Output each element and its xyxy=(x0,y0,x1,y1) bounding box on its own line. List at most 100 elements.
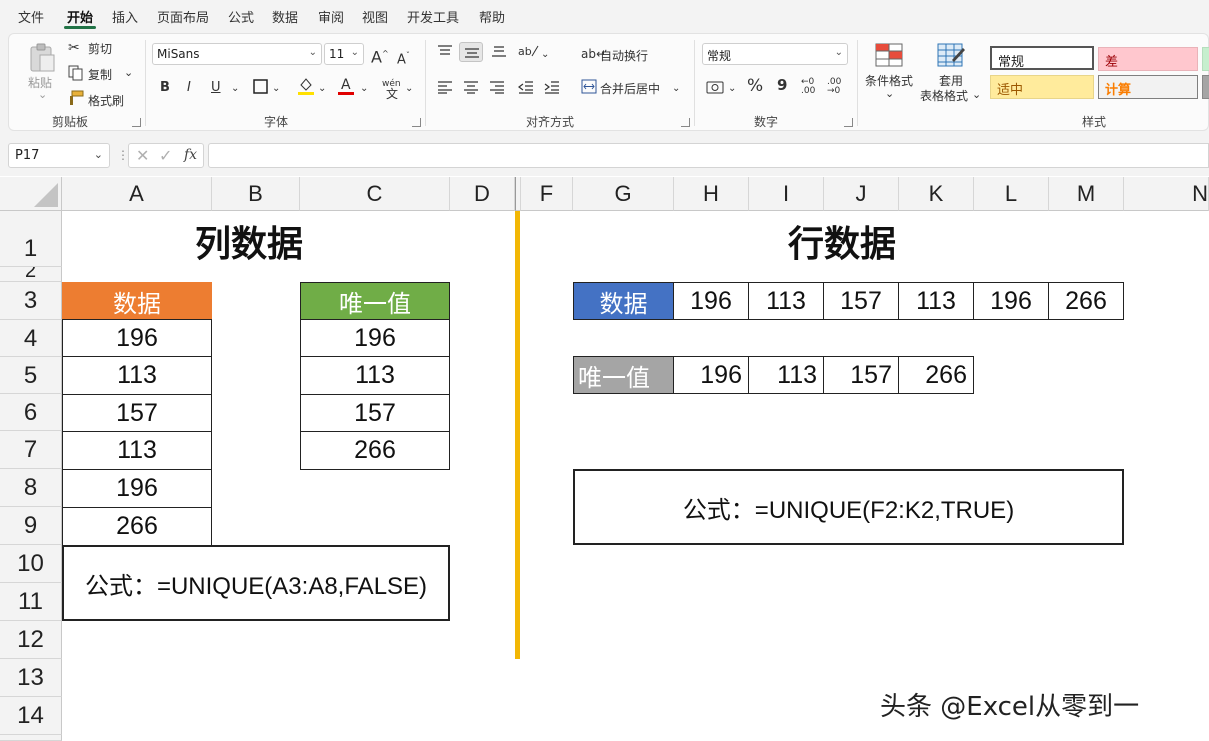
row-unique-cell[interactable]: 266 xyxy=(898,356,974,394)
table-format-icon[interactable] xyxy=(936,42,966,70)
border-dropdown-icon[interactable]: ⌄ xyxy=(272,81,280,97)
clipboard-launcher-icon[interactable] xyxy=(132,118,141,127)
conditional-format-dropdown-icon[interactable]: ⌄ xyxy=(885,87,894,100)
cancel-icon[interactable]: ✕ xyxy=(136,146,149,165)
style-check-partial[interactable] xyxy=(1202,75,1209,99)
row-data-cell[interactable]: 113 xyxy=(748,282,824,320)
column-header-b[interactable]: B xyxy=(212,177,300,211)
copy-dropdown-icon[interactable]: ⌄ xyxy=(124,66,133,79)
column-header-h[interactable]: H xyxy=(674,177,749,211)
font-color-icon[interactable]: A xyxy=(337,76,355,96)
row-header-3[interactable]: 3 xyxy=(0,282,62,320)
column-header-f[interactable]: F xyxy=(521,177,573,211)
column-data-cell[interactable]: 266 xyxy=(62,507,212,546)
column-header-n[interactable]: N xyxy=(1124,177,1209,211)
decrease-decimal-icon[interactable]: .00 →0 xyxy=(827,78,841,96)
row-header-14[interactable]: 14 xyxy=(0,697,62,735)
column-data-header[interactable]: 数据 xyxy=(62,282,212,320)
row-data-cell[interactable]: 157 xyxy=(823,282,899,320)
row-unique-header[interactable]: 唯一值 xyxy=(573,356,674,394)
style-calculation[interactable]: 计算 xyxy=(1098,75,1198,99)
select-all-button[interactable] xyxy=(0,177,62,211)
format-painter-button[interactable]: 格式刷 xyxy=(88,92,124,109)
column-header-m[interactable]: M xyxy=(1049,177,1124,211)
row-header-15-partial[interactable] xyxy=(0,735,62,741)
column-data-cell[interactable]: 113 xyxy=(62,356,212,395)
merge-center-icon[interactable] xyxy=(581,79,597,94)
row-header-5[interactable]: 5 xyxy=(0,357,62,394)
align-center-icon[interactable] xyxy=(463,80,479,94)
decrease-indent-icon[interactable] xyxy=(518,80,534,94)
paste-icon[interactable] xyxy=(28,42,58,74)
confirm-icon[interactable]: ✓ xyxy=(159,146,172,165)
row-data-header[interactable]: 数据 xyxy=(573,282,674,320)
align-right-icon[interactable] xyxy=(489,80,505,94)
row-data-cell[interactable]: 266 xyxy=(1048,282,1124,320)
italic-button[interactable]: I xyxy=(187,80,191,96)
style-good-partial[interactable] xyxy=(1202,47,1209,71)
format-painter-icon[interactable] xyxy=(68,90,84,106)
fill-color-icon[interactable] xyxy=(297,76,315,96)
column-header-l[interactable]: L xyxy=(974,177,1049,211)
row-header-9[interactable]: 9 xyxy=(0,507,62,545)
wrap-text-button[interactable]: 自动换行 xyxy=(600,47,648,64)
comma-style-button[interactable]: 9 xyxy=(777,77,787,93)
increase-indent-icon[interactable] xyxy=(544,80,560,94)
column-data-cell[interactable]: 157 xyxy=(62,394,212,432)
column-header-c[interactable]: C xyxy=(300,177,450,211)
row-unique-cell[interactable]: 196 xyxy=(673,356,749,394)
increase-decimal-icon[interactable]: ←0.00 xyxy=(801,78,815,96)
left-formula-box[interactable]: 公式：=UNIQUE(A3:A8,FALSE) xyxy=(62,545,450,621)
border-icon[interactable] xyxy=(253,79,268,94)
row-header-13[interactable]: 13 xyxy=(0,659,62,697)
underline-button[interactable]: U xyxy=(211,80,221,96)
fill-color-dropdown-icon[interactable]: ⌄ xyxy=(318,81,326,97)
paste-dropdown-icon[interactable]: ⌄ xyxy=(38,88,47,101)
row-header-10[interactable]: 10 xyxy=(0,545,62,583)
copy-icon[interactable] xyxy=(68,65,84,81)
menu-review[interactable]: 审阅 xyxy=(318,7,344,26)
shrink-font-icon[interactable]: Aˇ xyxy=(397,48,410,68)
orientation-dropdown-icon[interactable]: ⌄ xyxy=(541,47,549,63)
align-top-icon[interactable] xyxy=(437,44,453,58)
alignment-launcher-icon[interactable] xyxy=(681,118,690,127)
column-unique-cell[interactable]: 157 xyxy=(300,394,450,432)
cut-button[interactable]: 剪切 xyxy=(88,40,112,57)
row-header-8[interactable]: 8 xyxy=(0,469,62,507)
row-data-cell[interactable]: 196 xyxy=(973,282,1049,320)
menu-formulas[interactable]: 公式 xyxy=(228,7,254,26)
column-unique-cell[interactable]: 113 xyxy=(300,356,450,395)
conditional-format-icon[interactable] xyxy=(874,42,904,70)
menu-home[interactable]: 开始 xyxy=(67,7,93,26)
column-unique-header[interactable]: 唯一值 xyxy=(300,282,450,320)
row-header-2[interactable]: 2 xyxy=(0,267,62,282)
font-color-dropdown-icon[interactable]: ⌄ xyxy=(360,81,368,97)
menu-developer[interactable]: 开发工具 xyxy=(407,7,459,26)
merge-center-button[interactable]: 合并后居中 xyxy=(600,80,660,97)
column-header-j[interactable]: J xyxy=(824,177,899,211)
style-normal[interactable]: 常规 xyxy=(990,46,1094,70)
merge-dropdown-icon[interactable]: ⌄ xyxy=(672,81,680,97)
align-left-icon[interactable] xyxy=(437,80,453,94)
bold-button[interactable]: B xyxy=(160,80,170,96)
row-data-cell[interactable]: 113 xyxy=(898,282,974,320)
align-middle-button[interactable] xyxy=(459,42,483,62)
phonetic-dropdown-icon[interactable]: ⌄ xyxy=(405,81,413,97)
row-unique-cell[interactable]: 157 xyxy=(823,356,899,394)
right-formula-box[interactable]: 公式：=UNIQUE(F2:K2,TRUE) xyxy=(573,469,1124,545)
style-neutral[interactable]: 适中 xyxy=(990,75,1094,99)
number-format-select[interactable]: 常规 ⌄ xyxy=(702,43,848,65)
font-launcher-icon[interactable] xyxy=(412,118,421,127)
copy-button[interactable]: 复制 xyxy=(88,66,112,83)
menu-help[interactable]: 帮助 xyxy=(479,7,505,26)
column-header-g[interactable]: G xyxy=(573,177,674,211)
column-data-cell[interactable]: 196 xyxy=(62,469,212,508)
table-format-dropdown-icon[interactable]: ⌄ xyxy=(972,88,981,101)
row-header-12[interactable]: 12 xyxy=(0,621,62,659)
name-box[interactable]: P17 ⌄ xyxy=(8,143,110,168)
accounting-format-icon[interactable] xyxy=(706,80,724,95)
column-header-a[interactable]: A xyxy=(62,177,212,211)
cut-icon[interactable]: ✂ xyxy=(68,40,80,56)
font-name-select[interactable]: MiSans ⌄ xyxy=(152,43,322,65)
row-header-1[interactable]: 1 xyxy=(0,211,62,267)
